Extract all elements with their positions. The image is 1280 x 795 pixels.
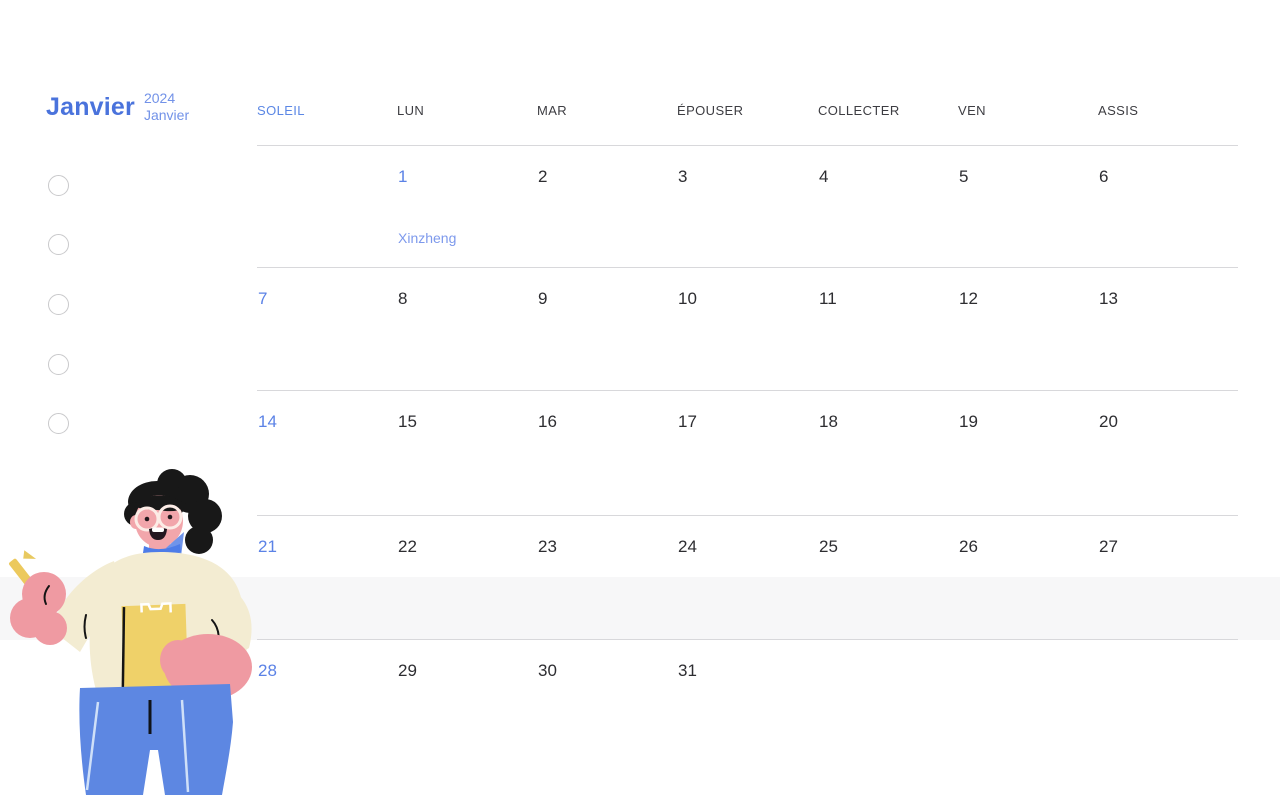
date-cell-23[interactable]: 23 [537, 516, 675, 639]
month-title: Janvier [46, 93, 135, 121]
date-cell-1[interactable]: 1 Xinzheng [397, 146, 535, 267]
date-cell-6[interactable]: 6 [1098, 146, 1236, 267]
date-cell-24[interactable]: 24 [677, 516, 815, 639]
date-number: 18 [819, 412, 838, 431]
date-cell-30[interactable]: 30 [537, 640, 675, 795]
calendar-grid: SOLEIL LUN MAR ÉPOUSER COLLECTER VEN ASSIS 1 Xi… [257, 95, 1238, 795]
date-cell-20[interactable]: 20 [1098, 391, 1236, 515]
day-header-mar: MAR [537, 103, 568, 118]
hand-with-pencil [9, 550, 67, 645]
date-cell-25[interactable]: 25 [818, 516, 956, 639]
day-header-collecter: COLLECTER [818, 103, 900, 118]
date-number: 27 [1099, 537, 1118, 556]
date-number: 25 [819, 537, 838, 556]
date-cell-9[interactable]: 9 [537, 268, 675, 390]
calendar-header-row: SOLEIL LUN MAR ÉPOUSER COLLECTER VEN ASSIS [257, 95, 1238, 146]
date-number: 5 [959, 167, 969, 186]
date-number: 1 [398, 167, 408, 186]
date-number: 17 [678, 412, 697, 431]
date-number: 12 [959, 289, 978, 308]
date-number: 2 [538, 167, 548, 186]
date-cell-12[interactable]: 12 [958, 268, 1096, 390]
pants [79, 684, 233, 795]
date-number: 9 [538, 289, 548, 308]
date-number: 26 [959, 537, 978, 556]
date-number: 20 [1099, 412, 1118, 431]
date-number: 31 [678, 661, 697, 680]
date-number: 3 [678, 167, 688, 186]
date-number: 14 [258, 412, 277, 431]
date-cell-18[interactable]: 18 [818, 391, 956, 515]
date-number: 11 [819, 289, 837, 308]
date-cell-22[interactable]: 22 [397, 516, 535, 639]
todo-circle-3[interactable] [48, 294, 69, 315]
date-cell-16[interactable]: 16 [537, 391, 675, 515]
day-header-ven: VEN [958, 103, 986, 118]
date-number: 30 [538, 661, 557, 680]
calendar-page: Janvier 2024 Janvier SOLEIL LUN MAR ÉPOUSER… [0, 0, 1280, 795]
date-cell-13[interactable]: 13 [1098, 268, 1236, 390]
date-cell-8[interactable]: 8 [397, 268, 535, 390]
todo-circle-1[interactable] [48, 175, 69, 196]
day-header-soleil: SOLEIL [257, 103, 305, 118]
date-number: 7 [258, 289, 268, 308]
day-header-assis: ASSIS [1098, 103, 1139, 118]
todo-circle-4[interactable] [48, 354, 69, 375]
title-month-subtitle: Janvier [143, 107, 190, 123]
calendar-week-row-2: 7 8 9 10 11 12 13 [257, 268, 1238, 391]
date-number: 23 [538, 537, 557, 556]
person-illustration [9, 469, 252, 795]
date-cell-11[interactable]: 11 [818, 268, 956, 390]
date-cell-17[interactable]: 17 [677, 391, 815, 515]
date-cell-3[interactable]: 3 [677, 146, 815, 267]
date-cell-5[interactable]: 5 [958, 146, 1096, 267]
calendar-week-row-4: 21 22 23 24 25 26 27 [257, 516, 1238, 640]
calendar-week-row-5: 28 29 30 31 [257, 640, 1238, 795]
day-header-épouser: ÉPOUSER [677, 103, 744, 118]
date-cell-27[interactable]: 27 [1098, 516, 1236, 639]
date-cell-7[interactable]: 7 [257, 268, 395, 390]
date-number: 13 [1099, 289, 1118, 308]
date-number: 4 [819, 167, 829, 186]
date-cell-2[interactable]: 2 [537, 146, 675, 267]
date-cell-19[interactable]: 19 [958, 391, 1096, 515]
date-number: 24 [678, 537, 697, 556]
title-side: 2024 Janvier [144, 90, 189, 124]
title-year: 2024 [143, 90, 176, 106]
date-cell-4[interactable]: 4 [818, 146, 956, 267]
calendar-week-row-1: 1 Xinzheng 2 3 4 5 6 [257, 146, 1238, 268]
calendar-week-row-3: 14 15 16 17 18 19 20 [257, 391, 1238, 516]
date-number: 8 [398, 289, 408, 308]
date-cell-10[interactable]: 10 [677, 268, 815, 390]
date-number: 22 [398, 537, 417, 556]
date-cell-31[interactable]: 31 [677, 640, 815, 795]
date-number: 6 [1099, 167, 1109, 186]
date-number: 19 [959, 412, 978, 431]
todo-circle-2[interactable] [48, 234, 69, 255]
holiday-note: Xinzheng [398, 230, 457, 246]
date-number: 15 [398, 412, 417, 431]
page-title: Janvier 2024 Janvier [46, 90, 189, 124]
date-number: 16 [538, 412, 557, 431]
date-cell-29[interactable]: 29 [397, 640, 535, 795]
date-number: 10 [678, 289, 697, 308]
todo-circle-5[interactable] [48, 413, 69, 434]
date-cell-26[interactable]: 26 [958, 516, 1096, 639]
date-number: 29 [398, 661, 417, 680]
date-cell-15[interactable]: 15 [397, 391, 535, 515]
day-header-lun: LUN [397, 103, 425, 118]
